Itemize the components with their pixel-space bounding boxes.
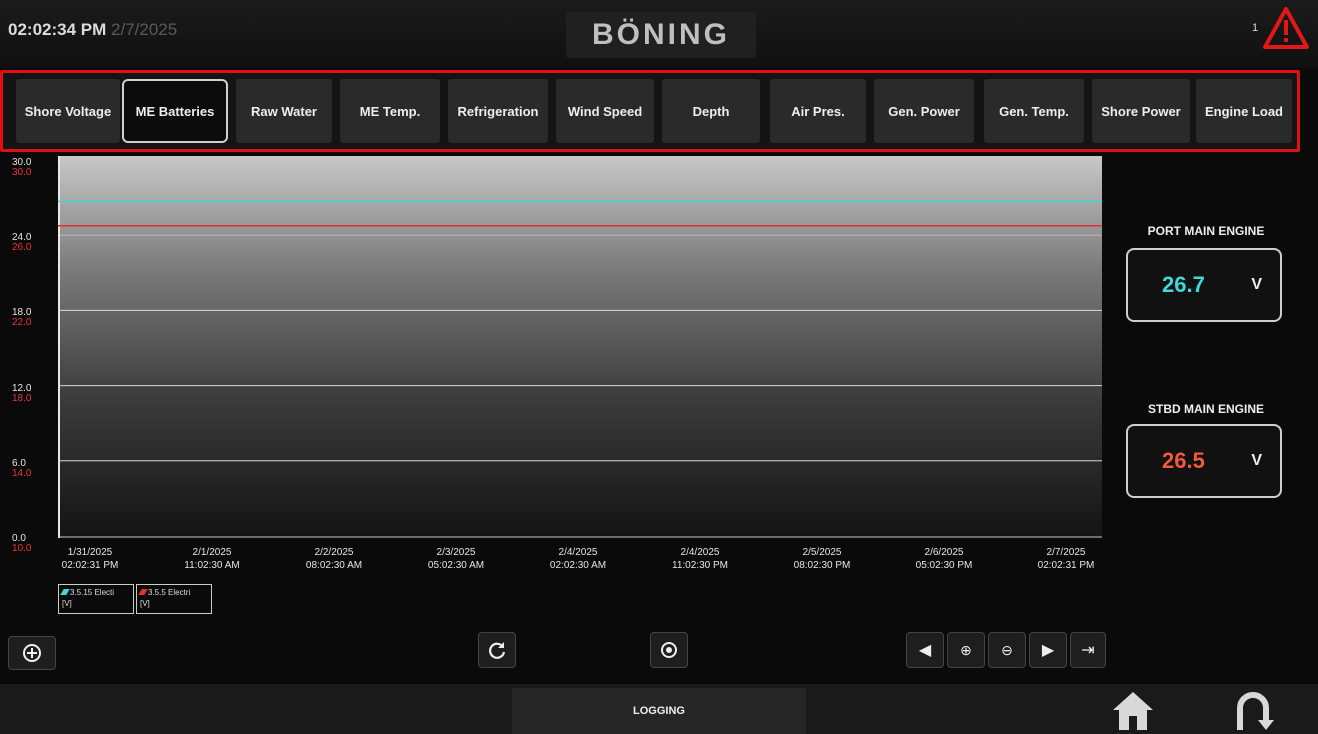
clock: 02:02:34 PM 2/7/2025 [8,20,177,40]
add-series-button[interactable] [8,636,56,670]
legend-swatch-cyan [60,589,70,595]
x-tick-label: 2/4/2025 02:02:30 AM [533,546,623,572]
chart-plot-area [58,156,1102,536]
reset-zoom-icon [661,642,677,658]
x-tick-date: 2/1/2025 [192,547,232,558]
plus-circle-icon [23,644,41,662]
x-tick-label: 2/4/2025 11:02:30 PM [655,546,745,572]
stbd-engine-title: STBD MAIN ENGINE [1147,402,1264,416]
legend-swatch-red [138,589,148,595]
category-tab-bar: Shore Voltage ME Batteries Raw Water ME Tem… [0,70,1300,152]
port-engine-title: PORT MAIN ENGINE [1147,224,1265,238]
boning-logo: BÖNING [566,12,756,58]
legend-item-1: 3.5.15 Electi [V] [58,584,134,614]
tab-depth[interactable]: Depth [662,79,760,143]
port-engine-readout: 26.7 V [1126,248,1282,322]
x-tick-time: 11:02:30 PM [672,560,728,571]
x-tick-time: 05:02:30 AM [427,560,485,571]
x-tick-label: 2/2/2025 08:02:30 AM [289,546,379,572]
x-tick-time: 02:02:31 PM [1037,560,1095,571]
pan-left-button[interactable]: ◀ [906,632,944,668]
arrow-right-icon: ▶ [1041,642,1055,659]
x-tick-time: 02:02:31 PM [61,560,119,571]
tab-engine-load[interactable]: Engine Load [1196,79,1292,143]
x-tick-date: 1/31/2025 [67,547,113,558]
refresh-button[interactable] [478,632,516,668]
legend-label-1: 3.5.15 Electi [70,588,115,597]
x-tick-date: 2/5/2025 [802,547,842,558]
zoom-in-button[interactable]: ⊕ [947,632,985,668]
x-tick-date: 2/2/2025 [314,547,354,558]
alarm-count: 1 [1252,22,1259,34]
x-tick-time: 08:02:30 AM [305,560,363,571]
x-tick-label: 2/1/2025 11:02:30 AM [167,546,257,572]
tab-gen-temp[interactable]: Gen. Temp. [984,79,1084,143]
x-tick-time: 02:02:30 AM [549,560,607,571]
port-engine-unit: V [1251,276,1262,293]
x-tick-label: 1/31/2025 02:02:31 PM [45,546,135,572]
tab-shore-power[interactable]: Shore Power [1092,79,1190,143]
refresh-icon [489,642,506,659]
tab-wind-speed[interactable]: Wind Speed [556,79,654,143]
stbd-engine-unit: V [1251,452,1262,469]
legend-label-2: 3.5.5 Electri [148,588,191,597]
y-right-tick-label: 18.0 [12,392,32,404]
legend-unit-2: [V] [140,599,150,608]
arrow-left-icon: ◀ [918,642,932,659]
x-tick-label: 2/5/2025 08:02:30 PM [777,546,867,572]
home-icon[interactable] [1110,688,1156,732]
x-tick-date: 2/4/2025 [680,547,720,558]
top-bar: 02:02:34 PM 2/7/2025 BÖNING 1 [0,0,1318,68]
clock-date: 2/7/2025 [111,20,178,39]
x-tick-time: 11:02:30 AM [184,560,240,571]
tab-me-batteries[interactable]: ME Batteries [122,79,228,143]
y-right-tick-label: 22.0 [12,317,32,329]
zoom-in-icon: ⊕ [960,641,972,658]
x-tick-label: 2/6/2025 05:02:30 PM [899,546,989,572]
x-tick-date: 2/6/2025 [924,547,964,558]
x-tick-time: 08:02:30 PM [793,560,851,571]
x-tick-time: 05:02:30 PM [915,560,973,571]
jump-to-end-button[interactable]: ⇥ [1070,632,1106,668]
tab-gen-power[interactable]: Gen. Power [874,79,974,143]
legend-item-2: 3.5.5 Electri [V] [136,584,212,614]
zoom-out-icon: ⊖ [1001,641,1013,658]
logging-tab[interactable]: LOGGING [512,688,806,734]
tab-raw-water[interactable]: Raw Water [236,79,332,143]
y-right-tick-label: 26.0 [12,242,32,254]
x-tick-date: 2/7/2025 [1046,547,1086,558]
tab-me-temp[interactable]: ME Temp. [340,79,440,143]
back-arrow-icon[interactable] [1232,688,1274,732]
tab-refrigeration[interactable]: Refrigeration [448,79,548,143]
zoom-out-button[interactable]: ⊖ [988,632,1026,668]
x-tick-date: 2/3/2025 [436,547,476,558]
tab-shore-voltage[interactable]: Shore Voltage [16,79,120,143]
x-tick-date: 2/4/2025 [558,547,598,558]
clock-time: 02:02:34 PM [8,20,107,39]
y-axis-line [58,156,60,538]
tab-air-pres[interactable]: Air Pres. [770,79,866,143]
stbd-engine-readout: 26.5 V [1126,424,1282,498]
port-engine-value: 26.7 [1162,272,1205,297]
reset-zoom-button[interactable] [650,632,688,668]
x-tick-label: 2/3/2025 05:02:30 AM [411,546,501,572]
x-tick-label: 2/7/2025 02:02:31 PM [1021,546,1111,572]
stbd-engine-value: 26.5 [1162,448,1205,473]
legend-unit-1: [V] [62,599,72,608]
warning-icon[interactable] [1262,6,1310,50]
chart-navigation: ◀ ⊕ ⊖ ▶ ⇥ [906,632,1106,668]
y-right-tick-label: 30.0 [12,167,32,178]
y-right-tick-label: 14.0 [12,467,32,479]
arrow-end-icon: ⇥ [1081,642,1095,659]
pan-right-button[interactable]: ▶ [1029,632,1067,668]
y-right-tick-label: 10.0 [12,543,32,554]
